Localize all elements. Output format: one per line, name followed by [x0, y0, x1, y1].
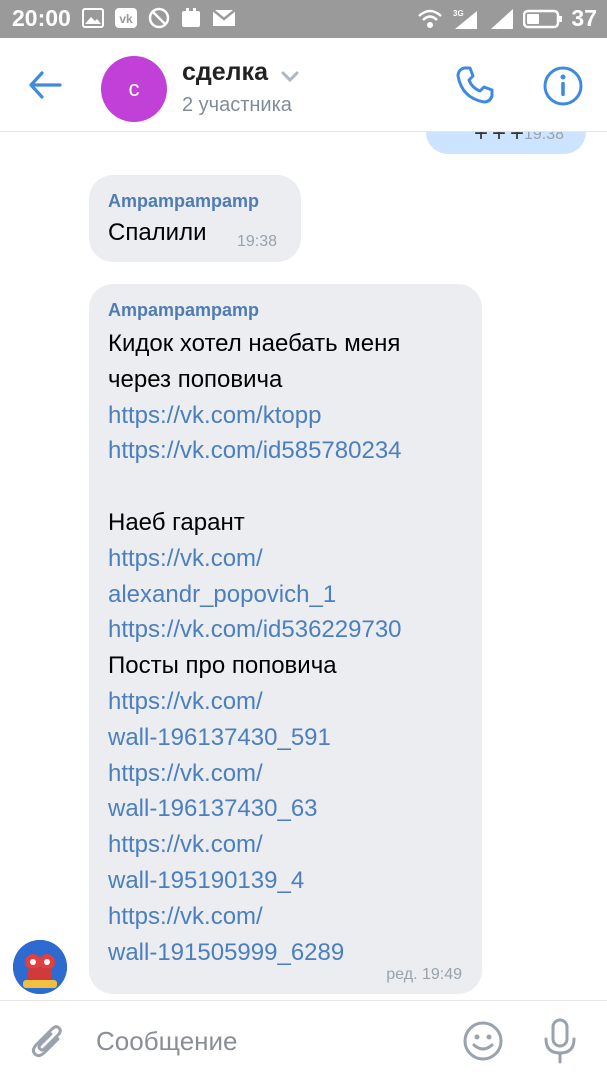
- message-link[interactable]: wall-196137430_591: [108, 720, 468, 756]
- sender-avatar[interactable]: [13, 940, 67, 994]
- incoming-message-bubble[interactable]: Ampampampamp Кидок хотел наебать меня чер…: [89, 284, 482, 994]
- message-text: Спалили: [108, 219, 207, 246]
- message-line: Наеб гарант: [108, 508, 245, 536]
- info-icon: [543, 66, 583, 106]
- message-line: через поповича: [108, 365, 283, 393]
- battery-level: 37: [571, 5, 597, 31]
- voice-message-button[interactable]: [542, 1017, 578, 1065]
- image-icon: [82, 8, 104, 28]
- message-sender[interactable]: Ampampampamp: [108, 300, 259, 321]
- chat-avatar[interactable]: с: [101, 56, 167, 122]
- avatar-image-icon: [13, 940, 67, 994]
- attach-button[interactable]: [30, 1021, 66, 1063]
- message-link[interactable]: https://vk.com/: [108, 541, 468, 577]
- status-bar: 20:00 vk 3G 37: [0, 0, 607, 38]
- outgoing-message-time: 19:38: [524, 132, 565, 143]
- message-line: Кидок хотел наебать меня: [108, 330, 401, 357]
- emoji-button[interactable]: [462, 1020, 504, 1062]
- message-input[interactable]: [96, 1021, 436, 1061]
- chat-title[interactable]: сделка: [182, 58, 268, 87]
- message-link[interactable]: wall-195190139_4: [108, 863, 468, 899]
- incoming-message-bubble[interactable]: Ampampampamp Спалили 19:38: [89, 175, 301, 262]
- gmail-icon: [212, 9, 236, 26]
- svg-text:vk: vk: [119, 12, 133, 26]
- status-right: 3G 37: [417, 5, 597, 32]
- svg-text:3G: 3G: [453, 9, 464, 18]
- message-link[interactable]: https://vk.com/: [108, 684, 468, 720]
- message-list[interactable]: +++ 19:38 Ampampampamp Спалили 19:38 Amp…: [0, 132, 607, 1000]
- microphone-icon: [544, 1018, 576, 1064]
- call-button[interactable]: [452, 62, 498, 108]
- phone-icon: [456, 66, 494, 104]
- info-button[interactable]: [540, 63, 586, 109]
- battery-icon: [523, 9, 563, 28]
- outgoing-message-text: +++: [474, 132, 529, 147]
- message-link[interactable]: https://vk.com/id585780234: [108, 433, 468, 469]
- chat-subtitle: 2 участника: [182, 94, 292, 116]
- arrow-left-icon: [29, 71, 62, 99]
- message-link[interactable]: https://vk.com/: [108, 899, 468, 935]
- message-composer: [0, 1000, 607, 1080]
- vk-icon: vk: [115, 8, 137, 28]
- message-link[interactable]: wall-196137430_63: [108, 791, 468, 827]
- message-link[interactable]: https://vk.com/: [108, 827, 468, 863]
- message-body: Кидок хотел наебать меня через поповича ht…: [108, 326, 468, 970]
- status-time: 20:00: [12, 5, 71, 31]
- message-link[interactable]: https://vk.com/: [108, 756, 468, 792]
- block-icon: [148, 7, 170, 29]
- calendar-icon: [182, 8, 200, 27]
- message-line: [108, 469, 468, 505]
- signal-icon: 3G: [453, 9, 478, 29]
- message-time: ред. 19:49: [386, 966, 462, 983]
- smile-icon: [463, 1021, 503, 1061]
- message-sender[interactable]: Ampampampamp: [108, 191, 259, 212]
- message-link[interactable]: wall-191505999_6289: [108, 935, 468, 971]
- message-link[interactable]: https://vk.com/id536229730: [108, 612, 468, 648]
- chat-header: с сделка 2 участника: [0, 38, 607, 132]
- back-button[interactable]: [26, 68, 66, 102]
- message-link[interactable]: alexandr_popovich_1: [108, 577, 468, 613]
- message-line: Посты про поповича: [108, 652, 337, 680]
- paperclip-icon: [31, 1025, 62, 1058]
- message-time: 19:38: [237, 233, 278, 250]
- message-link[interactable]: https://vk.com/ktopp: [108, 398, 468, 434]
- signal-icon-2: [491, 8, 514, 29]
- notification-icons: vk: [82, 7, 236, 29]
- wifi-icon: [418, 9, 443, 28]
- chevron-down-icon[interactable]: [280, 71, 300, 83]
